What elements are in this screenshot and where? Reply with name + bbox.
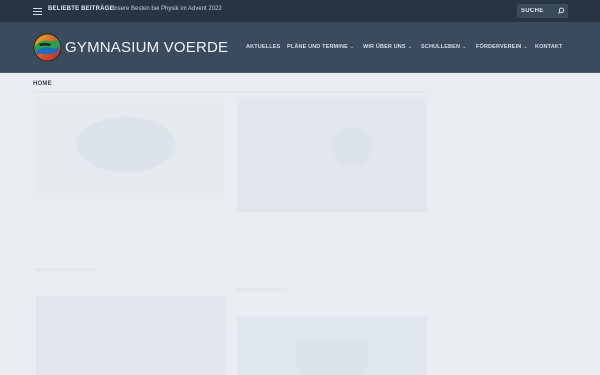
faint-image-shape xyxy=(332,127,372,167)
nav-item-schulleben[interactable]: SCHULLEBEN ⌄ xyxy=(421,44,466,50)
nav-item-label: FÖRDERVEREIN xyxy=(476,44,522,50)
faint-text-line xyxy=(237,288,287,291)
nav-item-kontakt[interactable]: KONTAKT xyxy=(535,44,563,50)
faint-image-shape xyxy=(297,339,367,375)
nav-item-label: PLÄNE UND TERMINE xyxy=(287,44,348,50)
chevron-down-icon: ⌄ xyxy=(407,44,413,50)
site-header: GYMNASIUM VOERDE AKTUELLES PLÄNE UND TER… xyxy=(0,22,600,73)
post-card-image xyxy=(36,296,226,375)
faint-text-line xyxy=(36,268,96,271)
nav-item-label: KONTAKT xyxy=(535,44,563,50)
nav-item-foerderverein[interactable]: FÖRDERVEREIN ⌄ xyxy=(476,44,528,50)
post-card-image xyxy=(237,317,427,375)
chevron-down-icon: ⌄ xyxy=(523,44,528,50)
hamburger-menu-icon[interactable] xyxy=(33,8,42,15)
divider xyxy=(33,91,428,92)
nav-item-label: AKTUELLES xyxy=(246,44,281,50)
popular-posts-label: BELIEBTE BEITRÄGE: xyxy=(48,6,116,12)
nav-item-wir-ueber-uns[interactable]: WIR ÜBER UNS ⌄ xyxy=(363,44,412,50)
search-icon[interactable] xyxy=(557,7,565,15)
nav-item-label: SCHULLEBEN xyxy=(421,44,461,50)
nav-item-aktuelles[interactable]: AKTUELLES xyxy=(246,44,280,50)
search-input[interactable] xyxy=(517,4,557,18)
post-card-image xyxy=(237,97,427,212)
breadcrumb-home[interactable]: HOME xyxy=(33,81,52,87)
chevron-down-icon: ⌄ xyxy=(349,44,355,50)
faint-image-shape xyxy=(76,117,176,172)
nav-item-plaene-und-termine[interactable]: PLÄNE UND TERMINE ⌄ xyxy=(287,44,354,50)
school-logo[interactable] xyxy=(33,33,62,62)
popular-post-link[interactable]: Unsere Besten bei Physik im Advent 2022 xyxy=(110,6,222,12)
site-title[interactable]: GYMNASIUM VOERDE xyxy=(65,39,228,56)
nav-item-label: WIR ÜBER UNS xyxy=(363,44,406,50)
post-card-image xyxy=(36,97,224,193)
chevron-down-icon: ⌄ xyxy=(462,44,467,50)
search-box xyxy=(517,4,568,18)
top-bar: BELIEBTE BEITRÄGE: Unsere Besten bei Phy… xyxy=(0,0,600,22)
